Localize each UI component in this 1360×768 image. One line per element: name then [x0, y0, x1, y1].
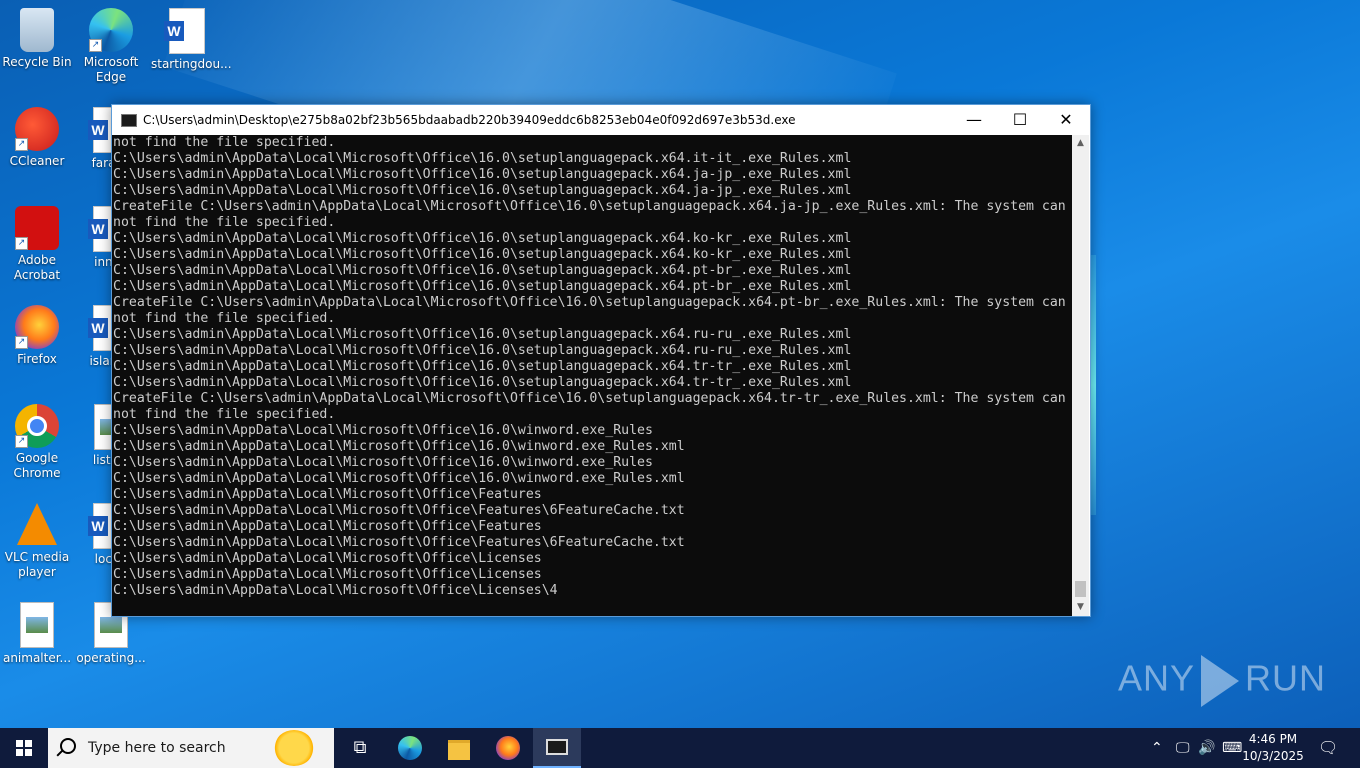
console-line: C:\Users\admin\AppData\Local\Microsoft\O…	[113, 551, 542, 566]
clock-date: 10/3/2025	[1242, 749, 1304, 763]
console-app-icon	[121, 114, 137, 127]
desktop-icon-animalter[interactable]: animalter...	[1, 602, 73, 666]
recycle-bin-icon	[20, 8, 54, 52]
scroll-up-icon[interactable]: ▲	[1072, 135, 1089, 152]
console-line: C:\Users\admin\AppData\Local\Microsoft\O…	[113, 567, 542, 582]
console-line: C:\Users\admin\AppData\Local\Microsoft\O…	[113, 263, 852, 278]
clock-time: 4:46 PM	[1248, 732, 1298, 746]
network-icon[interactable]: 🖵	[1176, 728, 1190, 768]
search-placeholder: Type here to search	[88, 740, 226, 756]
desktop-icon-google-chrome[interactable]: ↗ Google Chrome	[1, 404, 73, 481]
system-clock[interactable]: 4:46 PM 10/3/2025	[1238, 731, 1308, 765]
desktop: Recycle Bin ↗ Microsoft Edge W startingd…	[0, 0, 1360, 728]
console-line: C:\Users\admin\AppData\Local\Microsoft\O…	[113, 503, 685, 518]
console-line: C:\Users\admin\AppData\Local\Microsoft\O…	[113, 455, 653, 470]
shortcut-arrow-icon: ↗	[15, 138, 28, 151]
console-line: C:\Users\admin\AppData\Local\Microsoft\O…	[113, 343, 852, 358]
desktop-icon-vlc-media-player[interactable]: VLC media player	[1, 503, 73, 580]
chrome-icon: ↗	[15, 404, 59, 448]
scrollbar-thumb[interactable]	[1075, 581, 1086, 597]
shortcut-arrow-icon: ↗	[15, 336, 28, 349]
console-line: C:\Users\admin\AppData\Local\Microsoft\O…	[113, 583, 558, 598]
console-line: not find the file specified.	[113, 215, 336, 230]
scroll-down-icon[interactable]: ▼	[1072, 599, 1089, 616]
edge-taskbar-icon[interactable]	[386, 728, 434, 768]
adobe-acrobat-icon: ↗	[15, 206, 59, 250]
vertical-scrollbar[interactable]: ▲ ▼	[1072, 135, 1089, 616]
desktop-icon-label: operating...	[76, 651, 146, 665]
search-highlight-icon[interactable]	[274, 730, 314, 766]
desktop-icon-adobe-acrobat[interactable]: ↗ Adobe Acrobat	[1, 206, 73, 283]
watermark-left-text: ANY	[1118, 657, 1196, 699]
console-line: C:\Users\admin\AppData\Local\Microsoft\O…	[113, 151, 852, 166]
console-line: C:\Users\admin\AppData\Local\Microsoft\O…	[113, 359, 852, 374]
console-line: C:\Users\admin\AppData\Local\Microsoft\O…	[113, 423, 653, 438]
firefox-icon: ↗	[15, 305, 59, 349]
anyrun-watermark: ANY RUN	[1118, 655, 1326, 707]
desktop-icon-recycle-bin[interactable]: Recycle Bin	[1, 8, 73, 70]
volume-icon[interactable]: 🔊	[1198, 728, 1215, 768]
notifications-icon[interactable]: 🗨	[1318, 728, 1338, 768]
task-view-icon[interactable]: ⧉	[336, 728, 384, 768]
console-line: C:\Users\admin\AppData\Local\Microsoft\O…	[113, 327, 852, 342]
ccleaner-icon: ↗	[15, 107, 59, 151]
desktop-icon-label: startingdou...	[151, 57, 232, 71]
console-taskbar-icon[interactable]	[533, 728, 581, 768]
shortcut-arrow-icon: ↗	[15, 435, 28, 448]
console-line: C:\Users\admin\AppData\Local\Microsoft\O…	[113, 231, 852, 246]
desktop-icon-label: VLC media player	[4, 550, 70, 579]
file-explorer-icon[interactable]	[435, 728, 483, 768]
desktop-icon-firefox[interactable]: ↗ Firefox	[1, 305, 73, 367]
desktop-icon-microsoft-edge[interactable]: ↗ Microsoft Edge	[75, 8, 147, 85]
windows-logo-icon	[16, 740, 32, 756]
edge-icon: ↗	[89, 8, 133, 52]
desktop-icon-label: Microsoft Edge	[83, 55, 139, 84]
image-file-icon	[20, 602, 54, 648]
console-line: not find the file specified.	[113, 407, 336, 422]
console-title: C:\Users\admin\Desktop\e275b8a02bf23b565…	[143, 113, 796, 127]
shortcut-arrow-icon: ↗	[15, 237, 28, 250]
console-line: CreateFile C:\Users\admin\AppData\Local\…	[113, 199, 1066, 214]
word-document-icon: W	[164, 8, 205, 54]
desktop-icon-label: Firefox	[17, 352, 57, 366]
start-button[interactable]	[0, 728, 48, 768]
desktop-icon-label: animalter...	[2, 651, 72, 665]
console-line: not find the file specified.	[113, 311, 336, 326]
search-icon	[60, 738, 76, 754]
console-line: C:\Users\admin\AppData\Local\Microsoft\O…	[113, 487, 542, 502]
desktop-icon-label: CCleaner	[9, 154, 65, 168]
console-line: C:\Users\admin\AppData\Local\Microsoft\O…	[113, 279, 852, 294]
desktop-icon-ccleaner[interactable]: ↗ CCleaner	[1, 107, 73, 169]
taskbar: Type here to search ⧉ ⌃ 🖵 🔊 ⌨ 4:46 PM 10…	[0, 728, 1360, 768]
play-icon	[1201, 655, 1240, 707]
console-line: C:\Users\admin\AppData\Local\Microsoft\O…	[113, 247, 852, 262]
watermark-right-text: RUN	[1245, 657, 1327, 699]
console-line: CreateFile C:\Users\admin\AppData\Local\…	[113, 295, 1066, 310]
desktop-icon-label: Recycle Bin	[2, 55, 72, 69]
console-line: not find the file specified.	[113, 135, 336, 150]
console-output[interactable]: not find the file specified. C:\Users\adm…	[112, 135, 1072, 616]
show-hidden-icons-icon[interactable]: ⌃	[1151, 728, 1163, 768]
console-window[interactable]: C:\Users\admin\Desktop\e275b8a02bf23b565…	[111, 104, 1091, 617]
firefox-taskbar-icon[interactable]	[484, 728, 532, 768]
minimize-button[interactable]: —	[951, 105, 997, 135]
console-titlebar[interactable]: C:\Users\admin\Desktop\e275b8a02bf23b565…	[112, 105, 1090, 135]
console-text: not find the file specified. C:\Users\adm…	[112, 135, 1072, 599]
console-line: C:\Users\admin\AppData\Local\Microsoft\O…	[113, 535, 685, 550]
vlc-icon	[15, 503, 59, 547]
console-line: CreateFile C:\Users\admin\AppData\Local\…	[113, 391, 1066, 406]
search-box[interactable]: Type here to search	[48, 728, 334, 768]
desktop-icon-startingdou[interactable]: W startingdou...	[151, 8, 232, 72]
desktop-icon-label: Adobe Acrobat	[13, 253, 61, 282]
console-line: C:\Users\admin\AppData\Local\Microsoft\O…	[113, 375, 852, 390]
console-line: C:\Users\admin\AppData\Local\Microsoft\O…	[113, 167, 852, 182]
desktop-icon-label: Google Chrome	[13, 451, 61, 480]
shortcut-arrow-icon: ↗	[89, 39, 102, 52]
console-line: C:\Users\admin\AppData\Local\Microsoft\O…	[113, 183, 852, 198]
console-line: C:\Users\admin\AppData\Local\Microsoft\O…	[113, 519, 542, 534]
close-button[interactable]: ✕	[1043, 105, 1089, 135]
console-line: C:\Users\admin\AppData\Local\Microsoft\O…	[113, 471, 685, 486]
maximize-button[interactable]: ☐	[997, 105, 1043, 135]
console-line: C:\Users\admin\AppData\Local\Microsoft\O…	[113, 439, 685, 454]
